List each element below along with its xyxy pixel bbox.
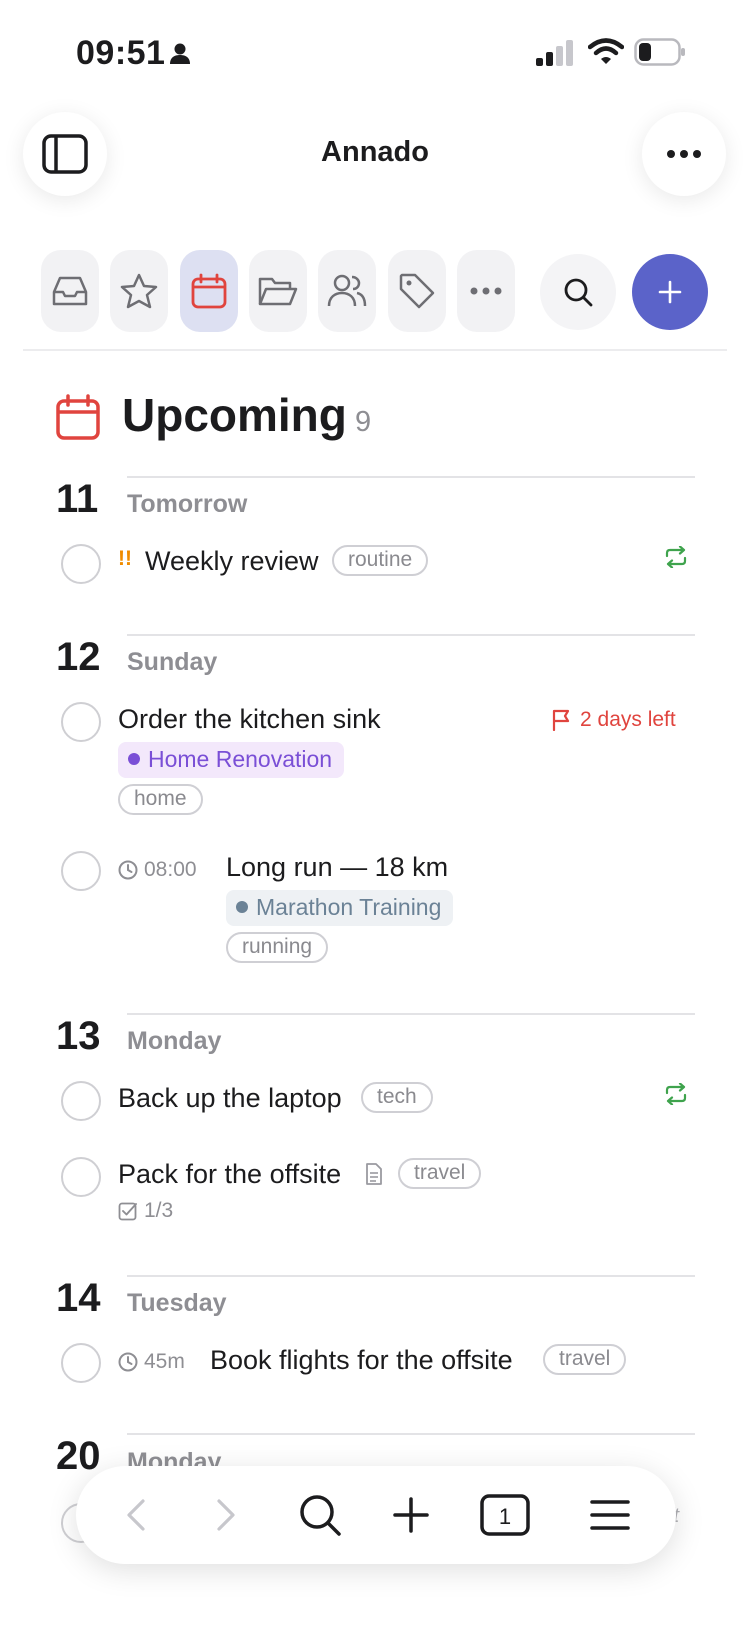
- clock-icon: [118, 860, 138, 880]
- checklist-progress: 1/3: [118, 1199, 173, 1223]
- time-text: 08:00: [144, 858, 197, 881]
- project-chip[interactable]: Marathon Training: [226, 890, 454, 926]
- task-title[interactable]: Back up the laptop: [118, 1083, 342, 1114]
- signal-icon: [536, 40, 573, 66]
- project-dot: [236, 900, 248, 913]
- repeat-icon: [665, 1083, 687, 1105]
- day-divider: [127, 1013, 695, 1015]
- battery-icon: [634, 38, 685, 66]
- day-name: Tuesday: [127, 1289, 227, 1317]
- plus-icon: [658, 280, 682, 304]
- day-number: 12: [56, 635, 101, 679]
- new-tab-button[interactable]: [391, 1490, 431, 1540]
- clock-icon: [118, 1352, 138, 1372]
- tabs-button[interactable]: 1: [480, 1490, 530, 1540]
- day-number: 20: [56, 1434, 101, 1478]
- projects-tab[interactable]: [249, 250, 307, 332]
- menu-button[interactable]: [588, 1490, 632, 1540]
- search-button[interactable]: [540, 254, 616, 330]
- page-title: Upcoming: [122, 389, 347, 441]
- task-checkbox[interactable]: [61, 702, 101, 742]
- day-name: Tomorrow: [127, 490, 248, 518]
- day-divider: [127, 476, 695, 478]
- task-title[interactable]: Weekly review: [145, 546, 319, 577]
- hamburger-icon: [590, 1500, 630, 1530]
- project-name: Marathon Training: [256, 894, 442, 920]
- more-tab[interactable]: [457, 250, 515, 332]
- people-icon: [327, 274, 367, 307]
- deadline-text: 2 days left: [580, 708, 676, 731]
- day-number: 14: [56, 1276, 101, 1320]
- starred-tab[interactable]: [110, 250, 168, 332]
- add-task-button[interactable]: [632, 254, 708, 330]
- plus-icon: [393, 1497, 429, 1533]
- priority-marker: !!: [118, 547, 132, 570]
- chevron-right-icon: [217, 1499, 235, 1531]
- project-dot: [128, 752, 140, 765]
- more-options-button[interactable]: [642, 112, 726, 196]
- browser-bottom-bar: 1: [76, 1466, 676, 1564]
- upcoming-calendar-icon: [56, 394, 100, 440]
- checklist-icon: [118, 1202, 137, 1221]
- back-button[interactable]: [116, 1490, 156, 1540]
- day-number: 11: [56, 477, 99, 521]
- people-tab[interactable]: [318, 250, 376, 332]
- person-icon: [170, 43, 190, 64]
- tag-chip[interactable]: home: [118, 784, 203, 815]
- forward-button[interactable]: [206, 1490, 246, 1540]
- app-title: Annado: [321, 136, 429, 168]
- project-chip[interactable]: Home Renovation: [118, 742, 345, 778]
- inbox-tab[interactable]: [41, 250, 99, 332]
- day-divider: [127, 634, 695, 636]
- tag-chip[interactable]: running: [226, 932, 329, 963]
- day-divider: [127, 1275, 695, 1277]
- tag-chip[interactable]: tech: [361, 1082, 433, 1113]
- day-number: 13: [56, 1014, 101, 1058]
- tabs-icon: 1: [480, 1494, 530, 1536]
- tag-icon: [399, 273, 435, 309]
- task-checkbox[interactable]: [61, 544, 101, 584]
- folder-icon: [258, 277, 298, 306]
- note-icon: [366, 1163, 382, 1185]
- flag-icon: [552, 709, 570, 731]
- day-name: Sunday: [127, 648, 218, 676]
- star-icon: [120, 273, 158, 309]
- task-title[interactable]: Order the kitchen sink: [118, 704, 381, 735]
- duration: 45m: [118, 1350, 185, 1374]
- task-checkbox[interactable]: [61, 1157, 101, 1197]
- status-time: 09:51: [76, 34, 166, 72]
- search-icon: [564, 278, 593, 307]
- calendar-icon: [191, 273, 227, 309]
- task-title[interactable]: Long run — 18 km: [226, 852, 448, 883]
- tag-chip[interactable]: travel: [398, 1158, 482, 1189]
- task-checkbox[interactable]: [61, 851, 101, 891]
- ellipsis-icon: [667, 150, 701, 158]
- inbox-icon: [52, 276, 88, 306]
- duration-text: 45m: [144, 1350, 185, 1373]
- tag-chip[interactable]: travel: [543, 1344, 627, 1375]
- day-divider: [127, 1433, 695, 1435]
- wifi-icon: [588, 38, 624, 64]
- svg-text:1: 1: [499, 1504, 511, 1529]
- browser-search-button[interactable]: [295, 1490, 345, 1540]
- day-name: Monday: [127, 1027, 222, 1055]
- toolbar-divider: [23, 349, 727, 351]
- scheduled-time: 08:00: [118, 858, 197, 882]
- more-icon: [470, 287, 502, 295]
- tag-chip[interactable]: routine: [332, 545, 429, 576]
- deadline-indicator: 2 days left: [552, 708, 676, 732]
- task-checkbox[interactable]: [61, 1081, 101, 1121]
- search-icon: [300, 1495, 341, 1536]
- tags-tab[interactable]: [388, 250, 446, 332]
- chevron-left-icon: [127, 1499, 145, 1531]
- task-checkbox[interactable]: [61, 1343, 101, 1383]
- task-count: 9: [355, 406, 372, 438]
- upcoming-tab[interactable]: [180, 250, 238, 332]
- checklist-count: 1/3: [144, 1199, 174, 1222]
- task-title[interactable]: Book flights for the offsite: [210, 1345, 513, 1376]
- task-title[interactable]: Pack for the offsite: [118, 1159, 341, 1190]
- project-name: Home Renovation: [148, 746, 333, 772]
- repeat-icon: [665, 546, 687, 568]
